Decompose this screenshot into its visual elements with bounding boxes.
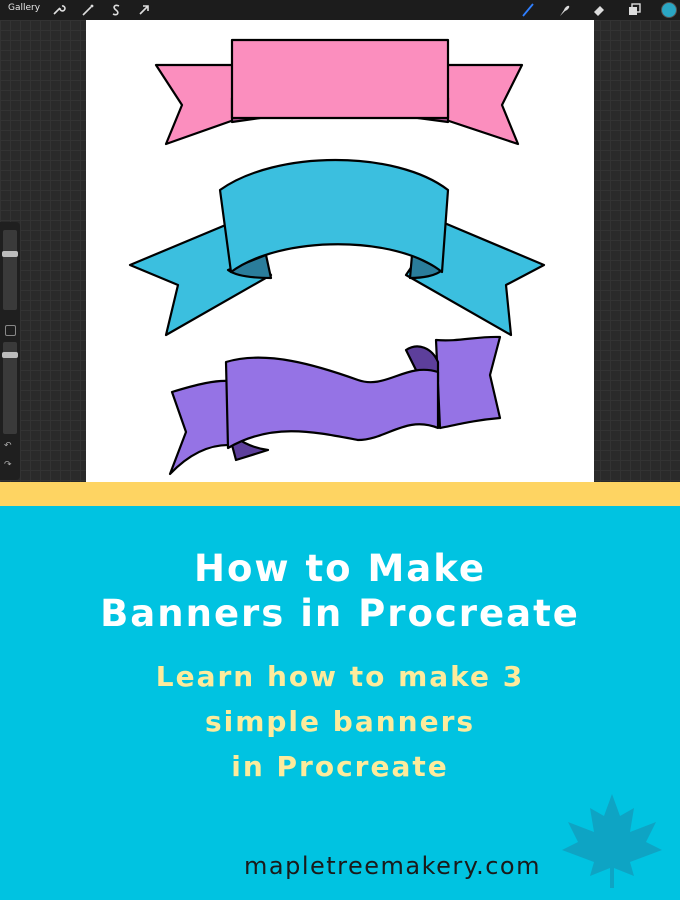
maple-leaf-icon: [560, 792, 664, 888]
title-line-1: How to Make: [194, 547, 486, 590]
opacity-knob[interactable]: [2, 352, 18, 358]
layers-icon[interactable]: [626, 2, 642, 18]
blue-banner: [128, 158, 546, 337]
wrench-icon[interactable]: [50, 2, 66, 18]
subtitle-line-1: Learn how to make 3: [155, 660, 525, 693]
sidebar-panel: ↶ ↷: [0, 222, 20, 480]
magic-wand-icon[interactable]: [80, 2, 96, 18]
modify-button[interactable]: [5, 325, 16, 336]
title-line-2: Banners in Procreate: [100, 592, 580, 635]
website-url[interactable]: mapletreemakery.com: [244, 852, 541, 880]
transform-arrow-icon[interactable]: [136, 2, 152, 18]
pink-banner: [154, 38, 524, 146]
subtitle-line-2: simple banners: [204, 705, 476, 738]
procreate-toolbar: Gallery: [0, 0, 680, 20]
purple-banner: [168, 335, 502, 476]
undo-icon[interactable]: ↶: [4, 441, 12, 451]
eraser-icon[interactable]: [591, 2, 607, 18]
gallery-button[interactable]: Gallery: [8, 3, 40, 13]
brush-icon[interactable]: [520, 2, 536, 18]
color-swatch-icon[interactable]: [661, 2, 677, 18]
smudge-icon[interactable]: [556, 2, 572, 18]
procreate-screen: Gallery ↶ ↷: [0, 0, 680, 482]
selection-s-icon[interactable]: [108, 2, 124, 18]
brush-size-slider[interactable]: [3, 230, 17, 310]
yellow-accent-strip: [0, 482, 680, 506]
subtitle-line-3: in Procreate: [231, 750, 449, 783]
brush-size-knob[interactable]: [2, 251, 18, 257]
redo-icon[interactable]: ↷: [4, 460, 12, 470]
drawing-canvas[interactable]: [86, 20, 594, 482]
